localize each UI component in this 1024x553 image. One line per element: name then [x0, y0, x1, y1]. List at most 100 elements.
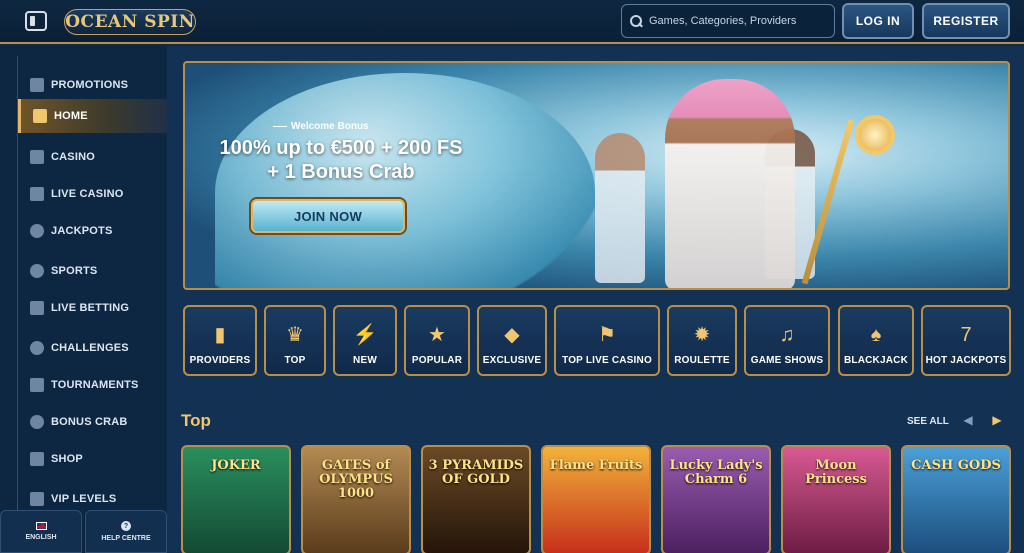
category-top-live-casino[interactable]: ⚑ TOP LIVE CASINO [554, 305, 660, 376]
game-title: GATES of OLYMPUS 1000 [319, 458, 393, 501]
section-title-top: Top [181, 411, 211, 430]
category-label: PROVIDERS [189, 355, 251, 366]
clover-icon [30, 224, 44, 238]
diamond-icon [30, 492, 44, 506]
top-header: OCEAN SPIN LOG IN REGISTER [0, 0, 1024, 44]
bonus-headline-line1: 100% up to €500 + 200 FS [219, 137, 463, 159]
cards-icon [30, 150, 44, 164]
uk-flag-icon [35, 522, 47, 530]
seven-icon: 7 [960, 324, 972, 346]
sidebar: PROMOTIONS HOME CASINO LIVE CASINO JACKP… [0, 46, 168, 553]
join-now-button[interactable]: JOIN NOW [251, 199, 405, 233]
sidebar-footer: ENGLISH ? HELP CENTRE [0, 510, 167, 553]
carousel-prev-icon[interactable]: ◀ [959, 412, 977, 428]
login-button[interactable]: LOG IN [842, 3, 914, 39]
sidebar-item-label: TOURNAMENTS [51, 379, 139, 391]
sidebar-item-label: LIVE CASINO [51, 188, 124, 200]
live-betting-icon [30, 301, 44, 315]
sidebar-toggle-icon[interactable] [25, 11, 47, 31]
lightning-icon: ⚡ [352, 324, 378, 346]
sidebar-item-label: VIP LEVELS [51, 493, 117, 505]
sidebar-item-live-casino[interactable]: LIVE CASINO [18, 177, 168, 211]
sidebar-item-label: LIVE BETTING [51, 302, 130, 314]
category-label: TOP LIVE CASINO [562, 355, 652, 366]
search-input[interactable] [649, 15, 829, 27]
game-tile[interactable]: Flame Fruits [541, 445, 651, 553]
category-game-shows[interactable]: ♫ GAME SHOWS [744, 305, 830, 376]
ball-icon [30, 264, 44, 278]
trophy-icon [30, 341, 44, 355]
see-all-link[interactable]: SEE ALL [907, 416, 949, 427]
category-exclusive[interactable]: ◆ EXCLUSIVE [477, 305, 547, 376]
bonus-headline: 100% up to €500 + 200 FS + 1 Bonus Crab [211, 136, 471, 184]
sidebar-item-casino[interactable]: CASINO [18, 140, 168, 174]
sidebar-item-label: CASINO [51, 151, 95, 163]
category-blackjack[interactable]: ♠ BLACKJACK [838, 305, 914, 376]
help-icon: ? [121, 521, 131, 531]
category-label: NEW [353, 355, 377, 366]
sidebar-item-label: JACKPOTS [51, 225, 113, 237]
star-icon: ★ [428, 324, 446, 346]
help-centre-button[interactable]: ? HELP CENTRE [85, 510, 167, 553]
category-hot-jackpots[interactable]: 7 HOT JACKPOTS [921, 305, 1011, 376]
category-label: BLACKJACK [843, 355, 909, 366]
game-title: 3 PYRAMIDS OF GOLD [428, 458, 524, 487]
sidebar-item-label: BONUS CRAB [51, 416, 128, 428]
game-tile[interactable]: Lucky Lady's Charm 6 [661, 445, 771, 553]
torch-icon: ⚑ [598, 324, 616, 346]
game-tile[interactable]: Moon Princess [781, 445, 891, 553]
sidebar-item-promotions[interactable]: PROMOTIONS [18, 68, 168, 102]
home-icon [33, 109, 47, 123]
language-selector[interactable]: ENGLISH [0, 510, 82, 553]
category-top[interactable]: ♛ TOP [264, 305, 326, 376]
category-roulette[interactable]: ✹ ROULETTE [667, 305, 737, 376]
sidebar-item-home[interactable]: HOME [18, 99, 168, 133]
sidebar-item-label: PROMOTIONS [51, 79, 129, 91]
category-popular[interactable]: ★ POPULAR [404, 305, 470, 376]
category-providers[interactable]: ▮ PROVIDERS [183, 305, 257, 376]
category-label: EXCLUSIVE [482, 355, 542, 366]
game-tile[interactable]: JOKER [181, 445, 291, 553]
diamond-icon: ◆ [504, 324, 520, 346]
game-tile[interactable]: 3 PYRAMIDS OF GOLD [421, 445, 531, 553]
sidebar-item-live-betting[interactable]: LIVE BETTING [18, 291, 168, 325]
sidebar-item-label: CHALLENGES [51, 342, 129, 354]
category-new[interactable]: ⚡ NEW [333, 305, 397, 376]
cup-icon [30, 378, 44, 392]
site-logo[interactable]: OCEAN SPIN [64, 9, 196, 35]
game-title: CASH GODS [911, 458, 1001, 473]
game-tile[interactable]: CASH GODS [901, 445, 1011, 553]
sidebar-item-label: SPORTS [51, 265, 98, 277]
card-icon: ▮ [214, 324, 226, 346]
sidebar-item-bonus-crab[interactable]: BONUS CRAB [18, 405, 168, 439]
search-box[interactable] [621, 4, 835, 38]
sidebar-item-shop[interactable]: SHOP [18, 442, 168, 476]
staff-orb-artwork [855, 115, 895, 155]
crown-icon: ♛ [286, 324, 304, 346]
category-label: TOP [284, 355, 306, 366]
game-title: Moon Princess [805, 458, 867, 487]
help-centre-label: HELP CENTRE [101, 535, 151, 542]
sidebar-item-tournaments[interactable]: TOURNAMENTS [18, 368, 168, 402]
figure-left-artwork [595, 133, 645, 283]
sidebar-item-challenges[interactable]: CHALLENGES [18, 331, 168, 365]
language-label: ENGLISH [25, 534, 57, 541]
category-label: GAME SHOWS [750, 355, 824, 366]
carousel-next-icon[interactable]: ▶ [988, 412, 1006, 428]
category-label: HOT JACKPOTS [925, 355, 1007, 366]
sidebar-item-label: SHOP [51, 453, 83, 465]
sidebar-item-jackpots[interactable]: JACKPOTS [18, 214, 168, 248]
sidebar-item-sports[interactable]: SPORTS [18, 254, 168, 288]
roulette-icon: ✹ [693, 324, 711, 346]
logo-text: OCEAN SPIN [65, 12, 195, 32]
category-label: ROULETTE [674, 355, 730, 366]
welcome-bonus-banner[interactable]: Welcome Bonus 100% up to €500 + 200 FS +… [183, 61, 1010, 290]
bonus-headline-line2: + 1 Bonus Crab [267, 161, 415, 183]
game-title: Flame Fruits [549, 458, 643, 473]
live-casino-icon [30, 187, 44, 201]
game-title: Lucky Lady's Charm 6 [669, 458, 763, 487]
crab-icon [30, 415, 44, 429]
game-tile[interactable]: GATES of OLYMPUS 1000 [301, 445, 411, 553]
register-button[interactable]: REGISTER [922, 3, 1010, 39]
goddess-artwork [665, 79, 795, 288]
